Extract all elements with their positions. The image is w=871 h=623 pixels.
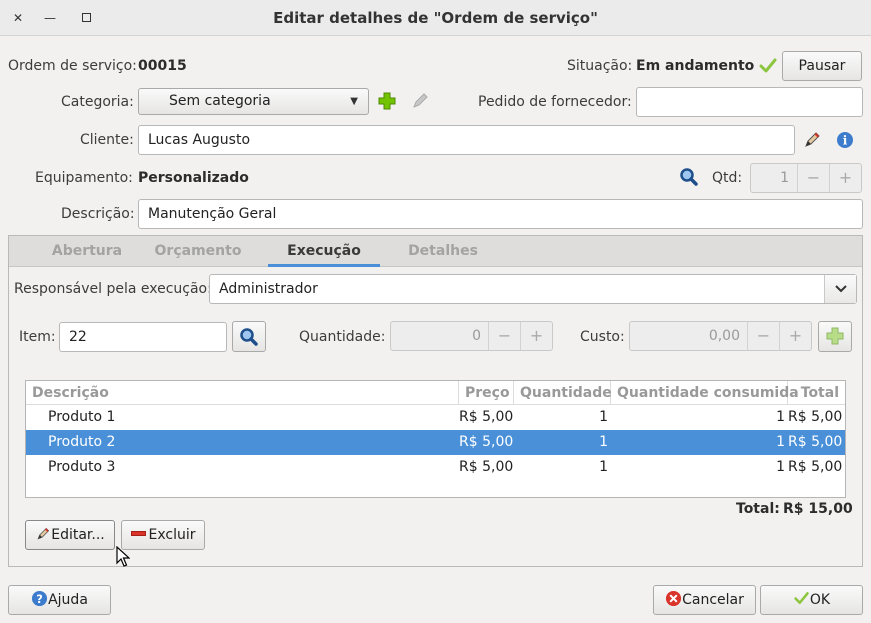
add-icon [826, 327, 844, 345]
cost-label: Custo: [580, 329, 625, 345]
pause-button[interactable]: Pausar [782, 51, 862, 81]
order-label: Ordem de serviço: [8, 58, 137, 74]
cancel-button[interactable]: Cancelar [653, 585, 756, 615]
qty-decrement-button[interactable]: − [797, 164, 829, 192]
cost-spinbox[interactable]: 0,00 − + [629, 321, 812, 351]
row-description: Produto 2 [48, 434, 116, 450]
column-header-total[interactable]: Total [788, 381, 845, 405]
qty-increment-button[interactable]: + [829, 164, 861, 192]
quantity-decrement-button[interactable]: − [488, 322, 520, 350]
status-value: Em andamento [636, 58, 755, 74]
help-icon: ? [32, 590, 48, 607]
tab-orcamento[interactable]: Orçamento [146, 236, 250, 267]
delete-label: Excluir [148, 527, 196, 543]
edit-button[interactable]: Editar... [25, 520, 115, 550]
order-number: 00015 [138, 58, 187, 74]
search-equipment-icon[interactable] [679, 167, 699, 187]
equipment-label: Equipamento: [35, 170, 133, 186]
check-icon [794, 592, 809, 605]
window-title: Editar detalhes de "Ordem de serviço" [273, 9, 598, 27]
item-label: Item: [19, 329, 56, 345]
row-quantity: 1 [599, 409, 608, 425]
row-total: R$ 5,00 [788, 409, 843, 425]
dropdown-arrow-icon: ▼ [350, 96, 358, 107]
active-tab-indicator [268, 264, 380, 267]
tab-abertura[interactable]: Abertura [28, 236, 146, 267]
cost-increment-button[interactable]: + [779, 322, 811, 350]
column-header-description[interactable]: Descrição [26, 381, 459, 405]
info-icon[interactable]: i [836, 131, 854, 149]
cost-value: 0,00 [708, 328, 740, 344]
row-consumed: 1 [776, 409, 785, 425]
qty-value: 1 [780, 170, 789, 186]
category-dropdown[interactable]: Sem categoria ▼ [138, 88, 369, 115]
row-description: Produto 1 [48, 409, 116, 425]
row-consumed: 1 [776, 459, 785, 475]
responsible-value: Administrador [219, 281, 318, 297]
total-label: Total: [736, 501, 780, 517]
row-total: R$ 5,00 [788, 459, 843, 475]
column-header-quantity[interactable]: Quantidade [514, 381, 612, 405]
equipment-value: Personalizado [138, 170, 249, 186]
responsible-dropdown[interactable]: Administrador [209, 274, 857, 304]
edit-category-icon[interactable] [410, 91, 430, 111]
chevron-down-icon [824, 275, 856, 303]
supplier-order-input[interactable] [636, 87, 863, 117]
search-icon [240, 328, 258, 346]
qty-label: Qtd: [712, 170, 743, 186]
category-label: Categoria: [61, 94, 134, 110]
supplier-order-label: Pedido de fornecedor: [478, 94, 632, 110]
row-description: Produto 3 [48, 459, 116, 475]
row-total: R$ 5,00 [788, 434, 843, 450]
row-quantity: 1 [599, 434, 608, 450]
cancel-icon [666, 590, 682, 607]
edit-label: Editar... [51, 527, 105, 543]
svg-text:?: ? [36, 592, 43, 606]
help-button[interactable]: ? Ajuda [8, 585, 111, 615]
quantity-spinbox[interactable]: 0 − + [390, 321, 553, 351]
row-price: R$ 5,00 [459, 434, 514, 450]
table-row[interactable]: Produto 3 R$ 5,00 1 1 R$ 5,00 [26, 455, 845, 480]
delete-button[interactable]: Excluir [121, 520, 205, 550]
cancel-label: Cancelar [682, 592, 744, 608]
mouse-cursor [116, 545, 131, 568]
row-quantity: 1 [599, 459, 608, 475]
tab-detalhes[interactable]: Detalhes [392, 236, 494, 267]
quantity-increment-button[interactable]: + [520, 322, 552, 350]
qty-spinbox[interactable]: 1 − + [750, 163, 862, 193]
client-input[interactable]: Lucas Augusto [138, 125, 795, 155]
table-row-selected[interactable]: Produto 2 R$ 5,00 1 1 R$ 5,00 [26, 430, 845, 455]
add-category-icon[interactable] [378, 92, 396, 110]
total-value: R$ 15,00 [783, 501, 853, 517]
description-label: Descrição: [61, 206, 135, 222]
quantity-label: Quantidade: [299, 329, 386, 345]
help-label: Ajuda [48, 592, 88, 608]
pencil-icon [37, 527, 50, 540]
search-item-button[interactable] [232, 321, 266, 352]
row-consumed: 1 [776, 434, 785, 450]
row-price: R$ 5,00 [459, 409, 514, 425]
edit-client-icon[interactable] [802, 130, 822, 150]
svg-text:i: i [843, 134, 848, 148]
cost-decrement-button[interactable]: − [747, 322, 779, 350]
responsible-label: Responsável pela execução: [14, 281, 212, 297]
check-icon [758, 56, 778, 76]
column-header-consumed[interactable]: Quantidade consumida [611, 381, 799, 405]
minus-icon [130, 531, 146, 536]
tab-execucao[interactable]: Execução [268, 236, 380, 267]
quantity-value: 0 [472, 328, 481, 344]
row-price: R$ 5,00 [459, 459, 514, 475]
add-item-button[interactable] [818, 321, 852, 352]
table-row[interactable]: Produto 1 R$ 5,00 1 1 R$ 5,00 [26, 405, 845, 430]
description-input[interactable]: Manutenção Geral [138, 199, 863, 229]
ok-button[interactable]: OK [760, 585, 863, 615]
category-value: Sem categoria [169, 93, 271, 109]
client-label: Cliente: [80, 132, 134, 148]
status-label: Situação: [567, 58, 633, 74]
item-input[interactable]: 22 [59, 322, 227, 352]
column-header-price[interactable]: Preço [459, 381, 514, 405]
ok-label: OK [809, 592, 831, 608]
